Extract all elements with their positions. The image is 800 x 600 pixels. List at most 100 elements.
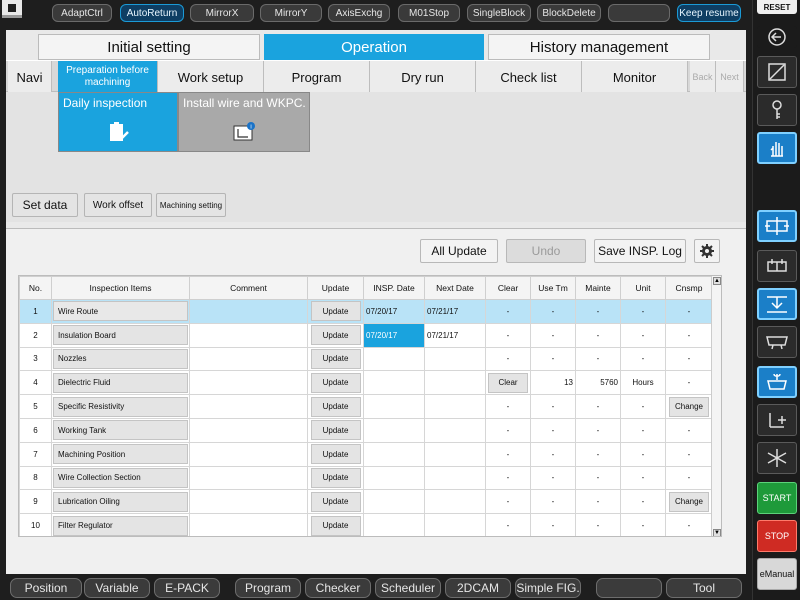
table-row[interactable]: 8 Wire Collection Section Update - - - -… [19, 465, 713, 491]
daily-inspection-tile[interactable]: Daily inspection [58, 92, 178, 152]
subtab-next[interactable]: Next [716, 61, 744, 93]
wire-icon[interactable] [757, 404, 797, 436]
table-row[interactable]: 10 Filter Regulator Update - - - - - [19, 513, 713, 536]
inspection-item-button[interactable]: Nozzles [53, 348, 188, 369]
scroll-up-icon[interactable]: ▲ [713, 277, 721, 285]
insp-date-cell[interactable] [363, 513, 425, 536]
hand-icon[interactable] [757, 132, 797, 164]
mirrory-button[interactable]: MirrorY [260, 4, 322, 22]
checker-button[interactable]: Checker [305, 578, 371, 598]
comment-cell[interactable] [189, 417, 308, 443]
update-button[interactable]: Update [310, 396, 361, 417]
install-wire-tile[interactable]: Install wire and WKPC. i [178, 92, 310, 152]
comment-cell[interactable] [189, 465, 308, 491]
table-row[interactable]: 3 Nozzles Update - - - - - [19, 346, 713, 372]
insp-date-cell[interactable] [363, 346, 425, 372]
blank-toolbar-button[interactable] [608, 4, 670, 22]
work-offset-button[interactable]: Work offset [84, 193, 152, 217]
autoreturn-button[interactable]: AutoReturn [120, 4, 184, 22]
reset-button[interactable]: RESET [757, 0, 797, 14]
insp-date-cell[interactable] [363, 370, 425, 396]
blockdelete-button[interactable]: BlockDelete [537, 4, 601, 22]
tool-button[interactable]: Tool [666, 578, 742, 598]
update-button[interactable]: Update [310, 301, 361, 322]
insp-date-cell[interactable] [363, 489, 425, 515]
comment-cell[interactable] [189, 394, 308, 419]
inspection-item-button[interactable]: Machining Position [53, 444, 188, 465]
update-button[interactable]: Update [310, 515, 361, 536]
subtab-dry-run[interactable]: Dry run [370, 61, 476, 93]
all-update-button[interactable]: All Update [420, 239, 498, 263]
machining-setting-button[interactable]: Machining setting [156, 193, 226, 217]
table-row[interactable]: 6 Working Tank Update - - - - - [19, 417, 713, 443]
table-row[interactable]: 2 Insulation Board Update 07/20/17 07/21… [19, 322, 713, 348]
comment-cell[interactable] [189, 513, 308, 536]
emanual-button[interactable]: eManual [757, 558, 797, 590]
start-button[interactable]: START [757, 482, 797, 514]
insp-date-cell[interactable] [363, 465, 425, 491]
fill-tank-icon[interactable] [757, 366, 797, 398]
clamp-icon[interactable] [757, 210, 797, 242]
update-button[interactable]: Update [310, 420, 361, 441]
update-button[interactable]: Update [310, 372, 361, 393]
save-insp-log-button[interactable]: Save INSP. Log [594, 239, 686, 263]
m01stop-button[interactable]: M01Stop [398, 4, 460, 22]
axisexchg-button[interactable]: AxisExchg [328, 4, 390, 22]
comment-cell[interactable] [189, 441, 308, 467]
mirrorx-button[interactable]: MirrorX [190, 4, 254, 22]
subtab-monitor[interactable]: Monitor [582, 61, 688, 93]
change-button[interactable]: Change [669, 396, 709, 417]
subtab-work-setup[interactable]: Work setup [158, 61, 264, 93]
inspection-item-button[interactable]: Wire Collection Section [53, 467, 188, 488]
subtab-back[interactable]: Back [690, 61, 716, 93]
inspection-item-button[interactable]: Lubrication Oiling [53, 491, 188, 512]
subtab-navi[interactable]: Navi [8, 61, 52, 93]
inspection-item-button[interactable]: Specific Resistivity [53, 396, 188, 417]
subtab-program[interactable]: Program [264, 61, 370, 93]
blank-bottom-button[interactable] [596, 578, 662, 598]
workpiece-icon[interactable] [757, 250, 797, 282]
subtab-check-list[interactable]: Check list [476, 61, 582, 93]
table-row[interactable]: 7 Machining Position Update - - - - - [19, 441, 713, 467]
comment-cell[interactable] [189, 299, 308, 324]
adaptctrl-button[interactable]: AdaptCtrl [52, 4, 112, 22]
table-scrollbar[interactable]: ▲ ▼ [711, 276, 721, 536]
back-arrow-icon[interactable] [757, 26, 797, 48]
insp-date-cell[interactable]: 07/20/17 [363, 299, 425, 324]
update-button[interactable]: Update [310, 325, 361, 346]
table-row[interactable]: 4 Dielectric Fluid Update Clear 13 5760 … [19, 370, 713, 396]
update-button[interactable]: Update [310, 444, 361, 465]
wire-cut-icon[interactable] [757, 442, 797, 474]
stop-button[interactable]: STOP [757, 520, 797, 552]
set-data-button[interactable]: Set data [12, 193, 78, 217]
table-row[interactable]: 9 Lubrication Oiling Update - - - - Chan… [19, 489, 713, 515]
keep-resume-button[interactable]: Keep resume [677, 4, 741, 22]
tank-icon[interactable] [757, 326, 797, 358]
insp-date-cell[interactable]: 07/20/17 [363, 322, 425, 348]
insp-date-cell[interactable] [363, 394, 425, 419]
update-button[interactable]: Update [310, 467, 361, 488]
tab-history-management[interactable]: History management [488, 34, 710, 60]
inspection-item-button[interactable]: Wire Route [53, 301, 188, 322]
scheduler-button[interactable]: Scheduler [375, 578, 441, 598]
e-pack-button[interactable]: E-PACK [154, 578, 220, 598]
table-row[interactable]: 1 Wire Route Update 07/20/17 07/21/17 - … [19, 299, 713, 324]
edit-lock-icon[interactable] [757, 56, 797, 88]
comment-cell[interactable] [189, 489, 308, 515]
singleblock-button[interactable]: SingleBlock [467, 4, 531, 22]
inspection-item-button[interactable]: Working Tank [53, 420, 188, 441]
inspection-item-button[interactable]: Filter Regulator [53, 515, 188, 536]
comment-cell[interactable] [189, 346, 308, 372]
change-button[interactable]: Change [669, 491, 709, 512]
comment-cell[interactable] [189, 370, 308, 396]
2dcam-button[interactable]: 2DCAM [445, 578, 511, 598]
tab-operation[interactable]: Operation [264, 34, 484, 60]
lower-arm-icon[interactable] [757, 288, 797, 320]
settings-gear-icon[interactable] [694, 239, 720, 263]
clear-button[interactable]: Clear [488, 372, 528, 393]
program-button[interactable]: Program [235, 578, 301, 598]
position-button[interactable]: Position [10, 578, 82, 598]
insp-date-cell[interactable] [363, 441, 425, 467]
table-row[interactable]: 5 Specific Resistivity Update - - - - Ch… [19, 394, 713, 419]
key-icon[interactable] [757, 94, 797, 126]
